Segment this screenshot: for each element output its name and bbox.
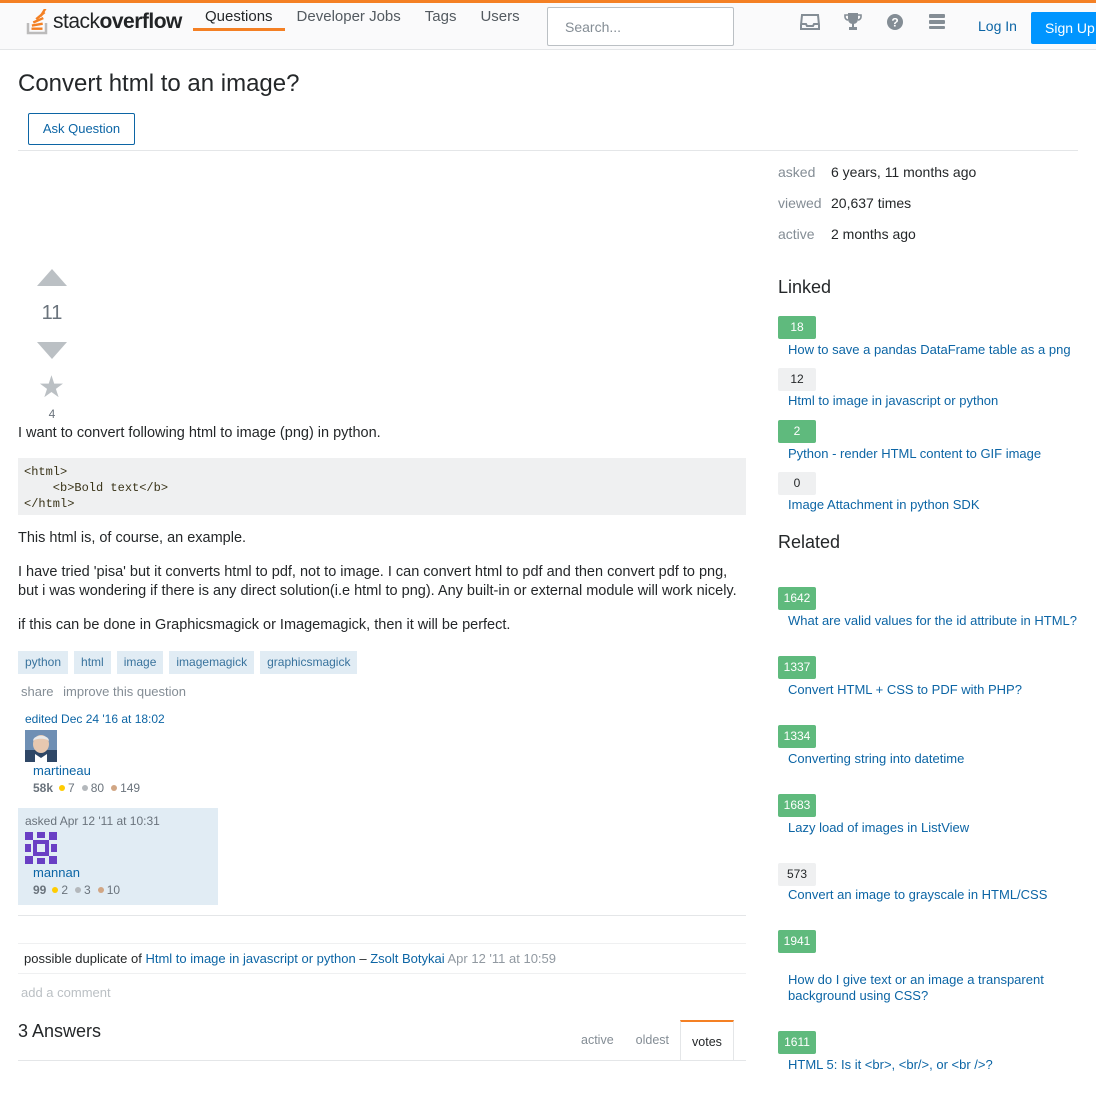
search-input[interactable]	[547, 7, 734, 46]
editor-user-card: edited Dec 24 '16 at 18:02 martineau 58k…	[18, 706, 218, 801]
inbox-icon[interactable]	[799, 11, 821, 33]
tag-image[interactable]: image	[116, 651, 164, 674]
tag-python[interactable]: python	[18, 651, 69, 674]
related-question-link[interactable]: Convert HTML + CSS to PDF with PHP?	[788, 682, 1078, 698]
post-paragraph: if this can be done in Graphicsmagick or…	[18, 617, 511, 633]
answer-sort-tabs: active oldest votes	[570, 1020, 734, 1060]
asker-reputation: 99 2 3 10	[33, 883, 121, 897]
upvote-arrow-icon[interactable]	[37, 269, 67, 286]
asked-timestamp: asked Apr 12 '11 at 10:31	[25, 814, 160, 828]
top-bar: stackoverflow Questions Developer Jobs T…	[0, 0, 1096, 50]
add-comment-link[interactable]: add a comment	[21, 985, 111, 1000]
related-score[interactable]: 1611	[778, 1031, 816, 1054]
linked-heading: Linked	[778, 277, 832, 297]
share-link[interactable]: share	[21, 684, 54, 699]
comment-duplicate-link[interactable]: Html to image in javascript or python	[145, 951, 355, 966]
nav-users[interactable]: Users	[468, 7, 531, 29]
related-question-link[interactable]: HTML 5: Is it <br>, <br/>, or <br />?	[788, 1057, 1078, 1073]
vote-count: 11	[41, 302, 63, 324]
nav-tags[interactable]: Tags	[413, 7, 469, 29]
downvote-arrow-icon[interactable]	[37, 342, 67, 359]
nav-developer-jobs[interactable]: Developer Jobs	[285, 7, 413, 29]
signup-button[interactable]: Sign Up	[1031, 12, 1096, 44]
comment-author[interactable]: Zsolt Botykai	[370, 951, 444, 966]
related-score[interactable]: 1334	[778, 725, 816, 748]
favorite-count: 4	[48, 407, 56, 421]
silver-badge-icon	[75, 887, 82, 893]
linked-score[interactable]: 0	[778, 472, 816, 495]
tag-graphicsmagick[interactable]: graphicsmagick	[260, 651, 358, 674]
asker-user-card: asked Apr 12 '11 at 10:31 mannan 99 2 3 …	[18, 808, 218, 905]
related-score[interactable]: 1337	[778, 656, 816, 679]
meta-viewed: viewed 20,637 times	[778, 195, 912, 211]
comment-timestamp[interactable]: Apr 12 '11 at 10:59	[448, 951, 557, 966]
linked-question-link[interactable]: Html to image in javascript or python	[788, 393, 1078, 409]
tab-oldest[interactable]: oldest	[625, 1020, 680, 1060]
related-question-link[interactable]: How do I give text or an image a transpa…	[788, 972, 1078, 1004]
question-title[interactable]: Convert html to an image?	[18, 70, 299, 98]
linked-score[interactable]: 18	[778, 316, 816, 339]
post-paragraph: I want to convert following html to imag…	[18, 425, 381, 441]
related-question-link[interactable]: Converting string into datetime	[788, 751, 1078, 767]
comment-dash: –	[359, 951, 367, 966]
header-divider	[18, 150, 1078, 151]
linked-question-link[interactable]: How to save a pandas DataFrame table as …	[788, 342, 1078, 358]
related-score[interactable]: 1642	[778, 587, 816, 610]
ask-question-button[interactable]: Ask Question	[28, 113, 135, 145]
tag-html[interactable]: html	[74, 651, 111, 674]
linked-question-link[interactable]: Python - render HTML content to GIF imag…	[788, 446, 1078, 462]
related-question-link[interactable]: Lazy load of images in ListView	[788, 820, 1078, 836]
post-paragraph: I have tried 'pisa' but it converts html…	[18, 564, 737, 599]
editor-username[interactable]: martineau	[33, 763, 91, 778]
nav-questions[interactable]: Questions	[193, 7, 285, 31]
tag-list: python html image imagemagick graphicsma…	[18, 651, 358, 674]
bronze-badge-icon	[111, 785, 118, 791]
stackoverflow-logo-icon	[26, 9, 48, 35]
main-nav: Questions Developer Jobs Tags Users	[193, 7, 532, 31]
post-menu: share improve this question	[21, 684, 192, 699]
related-question-link[interactable]: Convert an image to grayscale in HTML/CS…	[788, 887, 1078, 903]
editor-reputation: 58k 7 80 149	[33, 781, 141, 795]
svg-text:?: ?	[891, 16, 898, 30]
linked-score[interactable]: 12	[778, 368, 816, 391]
related-score[interactable]: 573	[778, 863, 816, 886]
related-score[interactable]: 1683	[778, 794, 816, 817]
trophy-icon[interactable]	[842, 11, 864, 33]
post-paragraph: This html is, of course, an example.	[18, 530, 247, 546]
related-score[interactable]: 1941	[778, 930, 816, 953]
linked-score[interactable]: 2	[778, 420, 816, 443]
edited-timestamp[interactable]: edited Dec 24 '16 at 18:02	[25, 712, 165, 726]
favorite-star-icon[interactable]: ★	[38, 371, 65, 405]
avatar[interactable]	[25, 832, 57, 864]
tag-imagemagick[interactable]: imagemagick	[169, 651, 255, 674]
tab-votes[interactable]: votes	[680, 1020, 734, 1060]
related-question-link[interactable]: What are valid values for the id attribu…	[788, 613, 1078, 629]
related-heading: Related	[778, 532, 841, 552]
stackoverflow-logo[interactable]: stackoverflow	[26, 5, 182, 35]
improve-question-link[interactable]: improve this question	[63, 684, 186, 699]
login-button[interactable]: Log In	[966, 18, 1029, 34]
comment: possible duplicate of Html to image in j…	[18, 943, 746, 974]
code-block: <html> <b>Bold text</b> </html>	[18, 458, 746, 515]
tab-active[interactable]: active	[570, 1020, 625, 1060]
meta-asked: asked 6 years, 11 months ago	[778, 164, 977, 180]
bronze-badge-icon	[97, 887, 104, 893]
meta-active-link[interactable]: 2 months ago	[831, 226, 916, 242]
gold-badge-icon	[52, 887, 59, 893]
answers-count-heading: 3 Answers	[18, 1021, 102, 1041]
asker-username[interactable]: mannan	[33, 865, 80, 880]
comments-divider	[18, 915, 746, 916]
avatar[interactable]	[25, 730, 57, 762]
comment-prefix: possible duplicate of	[24, 951, 142, 966]
logo-text: stackoverflow	[53, 10, 182, 33]
meta-active: active 2 months ago	[778, 226, 916, 242]
gold-badge-icon	[59, 785, 66, 791]
help-icon[interactable]: ?	[884, 11, 906, 33]
silver-badge-icon	[81, 785, 88, 791]
linked-question-link[interactable]: Image Attachment in python SDK	[788, 497, 1078, 513]
answers-divider	[18, 1060, 746, 1061]
site-switcher-icon[interactable]	[926, 11, 948, 33]
